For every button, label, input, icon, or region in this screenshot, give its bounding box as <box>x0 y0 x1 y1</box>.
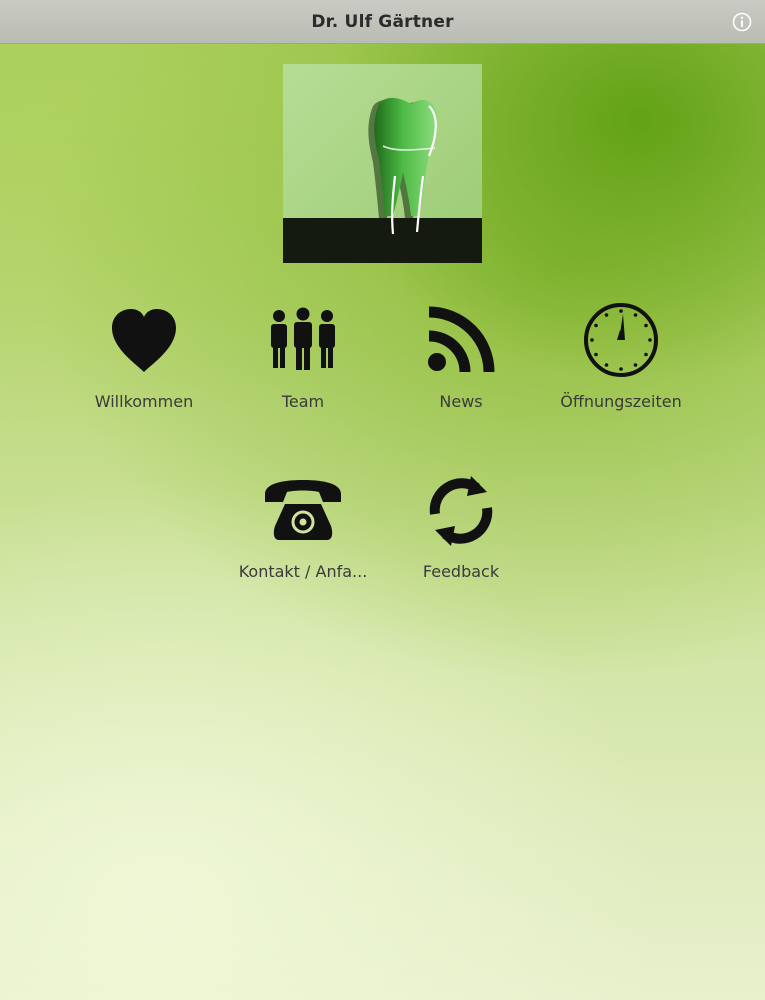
info-icon[interactable] <box>732 12 752 32</box>
refresh-icon <box>429 476 493 546</box>
menu-label-willkommen: Willkommen <box>94 392 194 411</box>
phone-icon <box>265 480 341 540</box>
menu-label-team: Team <box>281 392 325 411</box>
app-screen: Dr. Ulf Gärtner Willkommen Team News Öff… <box>0 0 765 1000</box>
rss-icon <box>428 306 495 373</box>
page-title: Dr. Ulf Gärtner <box>311 11 454 32</box>
clock-icon <box>584 303 658 377</box>
menu-tile-kontakt[interactable]: Kontakt / Anfa... <box>228 470 378 600</box>
menu-tile-team[interactable]: Team <box>228 300 378 430</box>
menu-tile-oeffnungszeiten[interactable]: Öffnungszeiten <box>546 300 696 430</box>
menu-tile-willkommen[interactable]: Willkommen <box>69 300 219 430</box>
menu-label-news: News <box>439 392 483 411</box>
menu-label-oeffnungszeiten: Öffnungszeiten <box>560 392 682 411</box>
team-icon <box>271 307 335 370</box>
menu-label-feedback: Feedback <box>422 562 500 581</box>
menu-tile-news[interactable]: News <box>386 300 536 430</box>
tooth-logo-icon <box>283 64 482 263</box>
menu-tile-feedback[interactable]: Feedback <box>386 470 536 600</box>
menu-label-kontakt: Kontakt / Anfa... <box>238 562 368 581</box>
heart-icon <box>112 309 176 372</box>
top-navigation-bar: Dr. Ulf Gärtner <box>0 0 765 44</box>
